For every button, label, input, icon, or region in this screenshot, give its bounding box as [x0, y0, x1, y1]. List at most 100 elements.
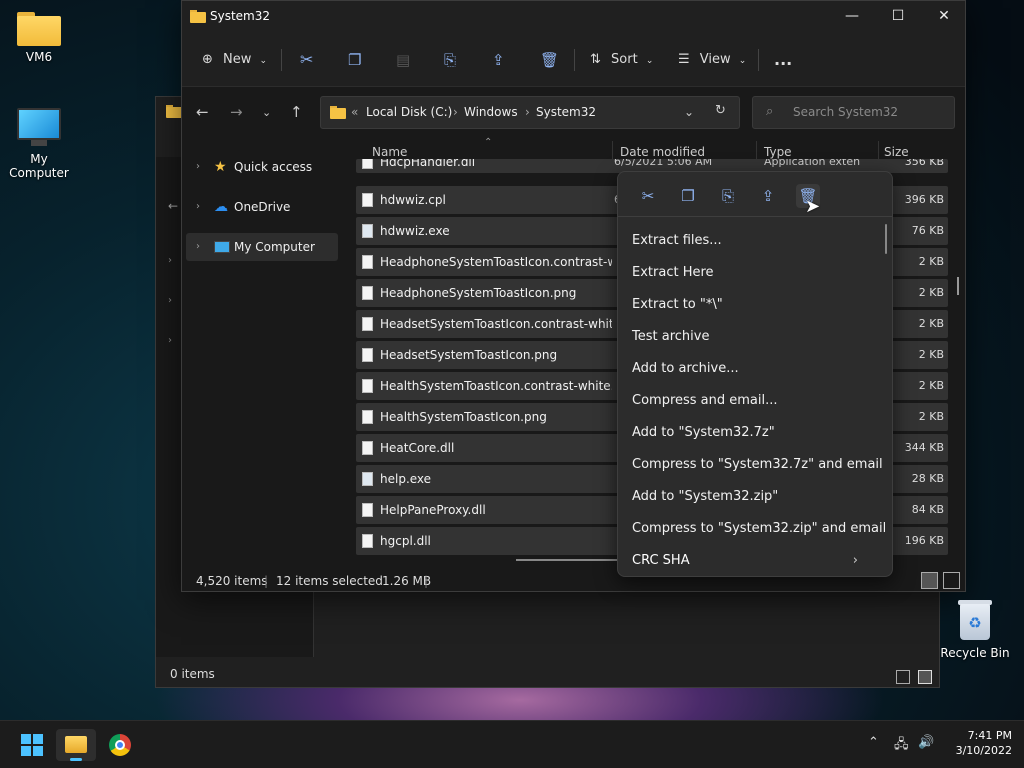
recent-locations-chevron-icon[interactable]: ⌄ — [262, 106, 271, 119]
plus-circle-icon: ⊕ — [202, 52, 213, 67]
window-title: System32 — [210, 9, 271, 23]
file-size: 196 KB — [904, 534, 944, 547]
menu-item-add-to-archive[interactable]: Add to archive... — [632, 361, 739, 376]
share-button[interactable]: ⇪ — [492, 47, 505, 73]
copy-button[interactable]: ❐ — [348, 47, 361, 73]
back-arrow-icon[interactable]: ← — [168, 199, 178, 213]
file-icon — [362, 410, 373, 424]
status-selected-count: 12 items selected — [276, 574, 383, 588]
start-button[interactable] — [12, 729, 52, 761]
file-name: help.exe — [380, 472, 432, 486]
folder-icon — [166, 105, 182, 118]
view-button[interactable]: ☰ View ⌄ — [678, 47, 746, 73]
up-arrow-icon[interactable]: ↑ — [290, 103, 303, 121]
sort-button[interactable]: ⇅ Sort ⌄ — [590, 47, 653, 73]
rename-icon[interactable]: ⎘ — [716, 184, 740, 208]
nav-item-quick-access[interactable]: › ★ Quick access — [186, 153, 338, 181]
chevron-right-icon[interactable]: › — [168, 295, 172, 306]
taskbar-chrome[interactable] — [100, 729, 140, 761]
chevron-right-icon[interactable]: › — [196, 233, 200, 261]
context-menu: ✂ ❐ ⎘ ⇪ 🗑 Extract files... Extract Here … — [617, 171, 893, 577]
desktop-icon-label: My Computer — [9, 152, 69, 180]
view-label: View — [699, 52, 731, 67]
chevron-right-icon[interactable]: › — [196, 193, 200, 221]
desktop-icon-recycle-bin[interactable]: ♻ Recycle Bin — [937, 598, 1013, 660]
more-icon: ... — [774, 50, 793, 69]
file-icon — [362, 503, 373, 517]
maximize-button[interactable]: ☐ — [875, 1, 921, 33]
breadcrumb-separator-icon[interactable]: › — [453, 105, 458, 119]
menu-item-compress-zip-email[interactable]: Compress to "System32.zip" and email — [632, 521, 886, 536]
menu-item-compress-and-email[interactable]: Compress and email... — [632, 393, 778, 408]
file-size: 84 KB — [911, 503, 944, 516]
address-dropdown-chevron-icon[interactable]: ⌄ — [684, 105, 694, 119]
rename-button[interactable]: ⎘ — [444, 47, 456, 73]
copy-icon[interactable]: ❐ — [676, 184, 700, 208]
menu-item-extract-files[interactable]: Extract files... — [632, 233, 722, 248]
tiles-view-icon[interactable] — [943, 572, 960, 589]
close-button[interactable]: ✕ — [921, 1, 967, 33]
breadcrumb-windows[interactable]: Windows — [464, 105, 518, 119]
menu-item-crc-sha[interactable]: CRC SHA › — [632, 553, 880, 571]
taskbar-file-explorer[interactable] — [56, 729, 96, 761]
forward-arrow-icon[interactable]: → — [230, 103, 243, 121]
menu-item-compress-7z-email[interactable]: Compress to "System32.7z" and email — [632, 457, 883, 472]
star-icon: ★ — [214, 159, 227, 175]
details-view-icon[interactable] — [921, 572, 938, 589]
menu-item-extract-here[interactable]: Extract Here — [632, 265, 714, 280]
volume-icon[interactable]: 🔊 — [918, 735, 934, 750]
title-bar[interactable]: System32 — ☐ ✕ — [182, 1, 965, 33]
menu-item-add-to-zip[interactable]: Add to "System32.zip" — [632, 489, 778, 504]
nav-item-my-computer[interactable]: › My Computer — [186, 233, 338, 261]
column-header-date-modified[interactable]: Date modified — [620, 145, 705, 159]
file-size: 2 KB — [918, 286, 944, 299]
column-header-type[interactable]: Type — [764, 145, 792, 159]
more-options-button[interactable]: ... — [774, 47, 792, 73]
windows-logo-tile — [33, 734, 43, 744]
breadcrumb-separator-icon[interactable]: › — [525, 105, 530, 119]
menu-item-test-archive[interactable]: Test archive — [632, 329, 709, 344]
back-arrow-icon[interactable]: ← — [196, 103, 209, 121]
chevron-right-icon[interactable]: › — [168, 255, 172, 266]
toolbar-divider — [574, 49, 575, 71]
scissors-icon[interactable]: ✂ — [636, 184, 660, 208]
file-name: HeadphoneSystemToastIcon.png — [380, 286, 577, 300]
column-header-name[interactable]: Name — [372, 145, 407, 159]
breadcrumb-local-disk[interactable]: Local Disk (C:) — [366, 105, 452, 119]
menu-scrollbar[interactable] — [885, 224, 887, 254]
tiles-view-icon[interactable] — [918, 670, 932, 684]
overflow-chevron[interactable]: « — [351, 105, 358, 119]
refresh-icon[interactable]: ↻ — [715, 103, 726, 118]
new-label: New — [223, 52, 252, 67]
chevron-right-icon[interactable]: › — [196, 153, 200, 181]
share-icon[interactable]: ⇪ — [756, 184, 780, 208]
breadcrumb-system32[interactable]: System32 — [536, 105, 596, 119]
show-hidden-icons-chevron-icon[interactable]: ⌃ — [868, 735, 879, 750]
clock[interactable]: 7:41 PM 3/10/2022 — [956, 728, 1012, 758]
file-icon — [362, 255, 373, 269]
new-button[interactable]: ⊕ New ⌄ — [202, 47, 267, 73]
file-icon — [362, 534, 373, 548]
minimize-button[interactable]: — — [829, 1, 875, 33]
sort-label: Sort — [611, 52, 638, 67]
exe-file-icon — [362, 224, 373, 238]
column-header-size[interactable]: Size — [884, 145, 909, 159]
desktop-icon-vm6[interactable]: VM6 — [1, 12, 77, 64]
details-view-icon[interactable] — [896, 670, 910, 684]
file-size: 2 KB — [918, 379, 944, 392]
file-name: HdcpHandler.dll — [380, 159, 476, 169]
address-bar[interactable]: « Local Disk (C:) › Windows › System32 ⌄… — [320, 96, 740, 129]
status-divider: | — [424, 574, 429, 588]
delete-button[interactable]: 🗑 — [540, 47, 559, 73]
vertical-scrollbar[interactable] — [957, 277, 959, 295]
network-icon[interactable]: 🖧 — [894, 735, 909, 757]
search-box[interactable]: ⌕ Search System32 — [752, 96, 955, 129]
search-icon: ⌕ — [766, 104, 774, 119]
nav-item-onedrive[interactable]: › ☁ OneDrive — [186, 193, 338, 221]
cut-button[interactable]: ✂ — [300, 47, 313, 73]
paste-button[interactable]: ▤ — [396, 47, 410, 73]
menu-item-extract-to[interactable]: Extract to "*\" — [632, 297, 723, 312]
chevron-right-icon[interactable]: › — [168, 335, 172, 346]
menu-item-add-to-7z[interactable]: Add to "System32.7z" — [632, 425, 775, 440]
desktop-icon-my-computer[interactable]: My Computer — [1, 108, 77, 180]
